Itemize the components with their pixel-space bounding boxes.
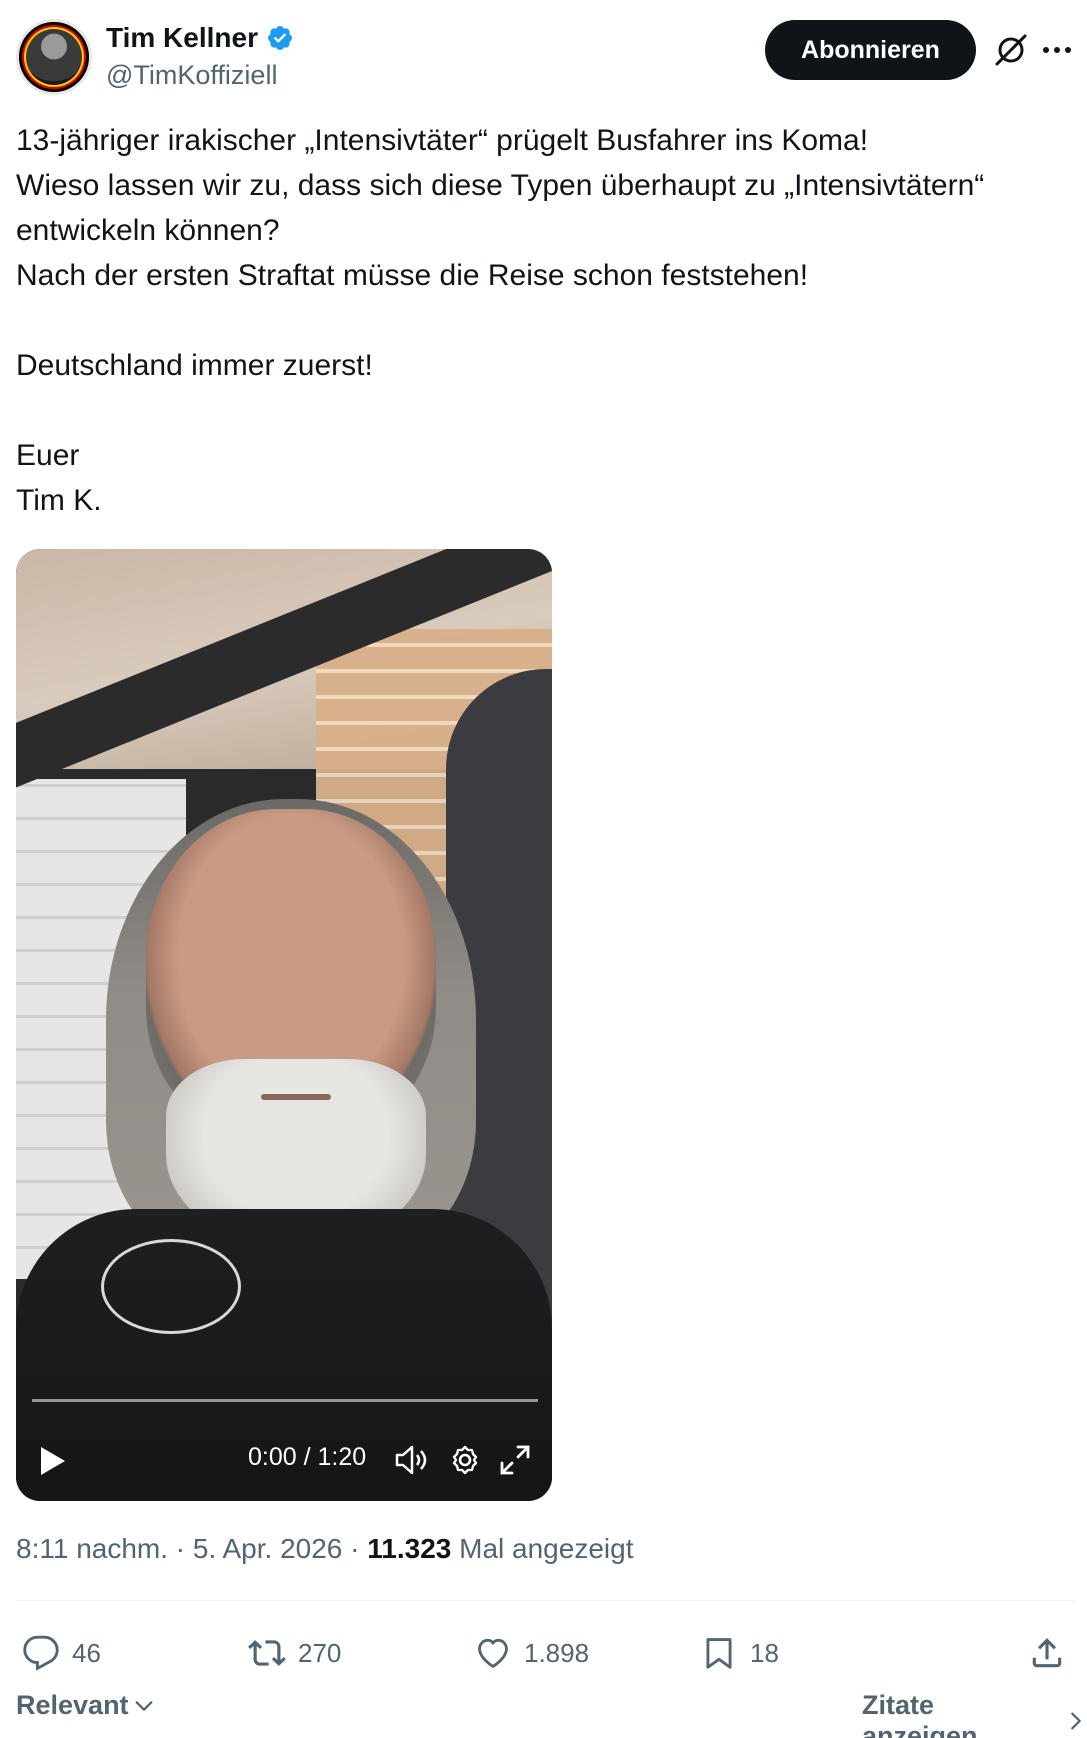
bookmark-icon <box>706 1638 732 1669</box>
video-controls: 0:00 / 1:20 <box>16 1429 552 1489</box>
share-icon <box>1032 1638 1062 1668</box>
display-name[interactable]: Tim Kellner <box>106 22 258 54</box>
volume-icon[interactable] <box>394 1443 430 1477</box>
reply-count: 46 <box>72 1637 101 1668</box>
author-handle[interactable]: @TimKoffiziell <box>106 60 277 91</box>
action-bar: 46 270 1.898 18 <box>16 1620 1076 1686</box>
verified-badge-icon[interactable] <box>266 24 294 52</box>
bookmark-count: 18 <box>750 1637 779 1668</box>
video-frame-mouth <box>261 1094 331 1100</box>
chevron-down-icon <box>135 1700 153 1711</box>
more-icon[interactable] <box>1043 40 1073 60</box>
tweet-meta: 8:11 nachm. · 5. Apr. 2026 · 11.323 Mal … <box>16 1533 633 1565</box>
tweet-line: entwickeln können? <box>16 214 280 247</box>
tweet-line: Wieso lassen wir zu, dass sich diese Typ… <box>16 169 985 202</box>
fullscreen-icon[interactable] <box>498 1443 532 1477</box>
tweet-line: Nach der ersten Straftat müsse die Reise… <box>16 259 809 292</box>
video-frame-patch <box>101 1239 241 1334</box>
tweet-line: Euer <box>16 439 80 472</box>
share-button[interactable] <box>1028 1620 1066 1686</box>
subscribe-button[interactable]: Abonnieren <box>765 20 976 80</box>
video-progress-bar[interactable] <box>32 1399 538 1402</box>
video-time: 0:00 / 1:20 <box>248 1443 367 1471</box>
avatar[interactable] <box>16 19 92 95</box>
tweet-line: Deutschland immer zuerst! <box>16 349 373 382</box>
timestamp[interactable]: 8:11 nachm. · 5. Apr. 2026 · <box>16 1533 367 1564</box>
view-quotes-link[interactable]: Zitate anzeigen <box>862 1690 1087 1738</box>
chevron-right-icon <box>1071 1712 1081 1730</box>
play-icon[interactable] <box>38 1445 68 1477</box>
tweet-line: Tim K. <box>16 484 102 517</box>
sort-dropdown[interactable]: Relevant <box>16 1690 155 1721</box>
quotes-label: Zitate anzeigen <box>862 1690 978 1738</box>
repost-button[interactable]: 270 <box>248 1620 341 1686</box>
views-label: Mal angezeigt <box>451 1533 634 1564</box>
reply-button[interactable]: 46 <box>22 1620 101 1686</box>
reply-icon <box>23 1635 59 1671</box>
tweet-text: 13-jähriger irakischer „Intensivtäter“ p… <box>16 118 1076 523</box>
views-count: 11.323 <box>367 1533 452 1564</box>
repost-count: 270 <box>298 1637 342 1668</box>
author-name-row: Tim Kellner <box>106 22 294 54</box>
bookmark-button[interactable]: 18 <box>700 1620 779 1686</box>
video-player[interactable]: 0:00 / 1:20 <box>16 549 552 1501</box>
divider <box>16 1600 1076 1601</box>
tweet-line: 13-jähriger irakischer „Intensivtäter“ p… <box>16 124 869 157</box>
sort-label: Relevant <box>16 1690 129 1720</box>
like-icon <box>478 1638 508 1668</box>
grok-icon[interactable] <box>993 32 1029 68</box>
like-count: 1.898 <box>524 1637 590 1668</box>
tweet-header: Tim Kellner @TimKoffiziell Abonnieren <box>0 0 1087 110</box>
settings-icon[interactable] <box>448 1443 482 1477</box>
like-button[interactable]: 1.898 <box>474 1620 589 1686</box>
repost-icon <box>248 1640 286 1666</box>
